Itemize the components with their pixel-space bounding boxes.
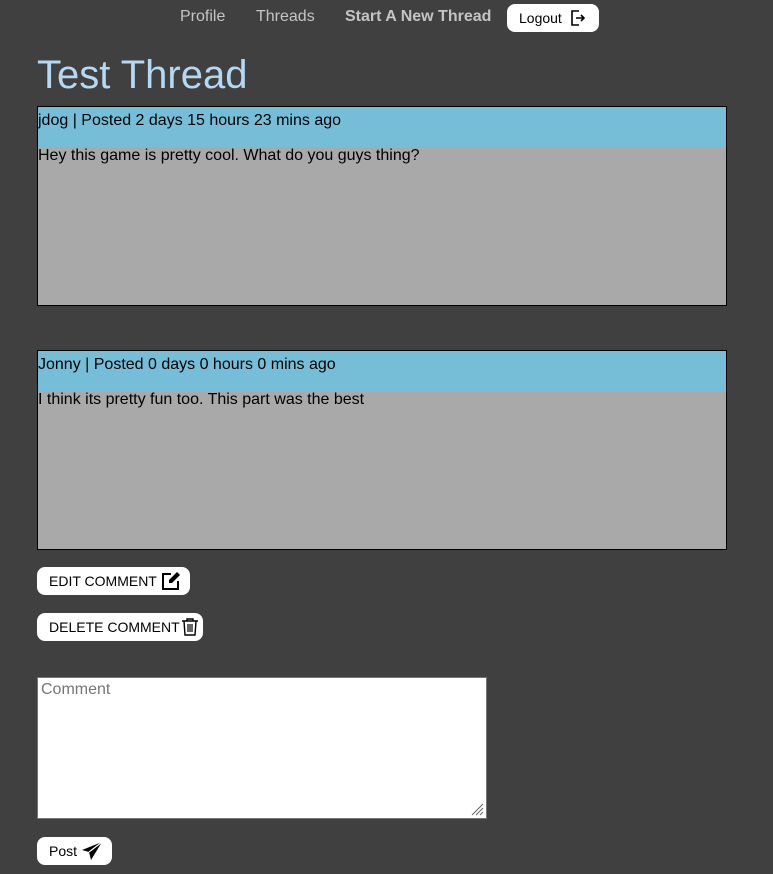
delete-comment-button[interactable]: DELETE COMMENT [37, 613, 203, 641]
post-card: jdog | Posted 2 days 15 hours 23 mins ag… [37, 106, 727, 306]
edit-comment-label: EDIT COMMENT [49, 573, 157, 589]
resize-grip-icon[interactable] [470, 802, 484, 816]
logout-button[interactable]: Logout [507, 4, 599, 32]
thread-title: Test Thread [37, 53, 248, 97]
comment-input[interactable] [37, 677, 487, 819]
nav-threads-link[interactable]: Threads [256, 8, 315, 26]
top-nav: Profile Threads Start A New Thread Logou… [0, 0, 773, 36]
post-header: Jonny | Posted 0 days 0 hours 0 mins ago [38, 351, 726, 391]
logout-icon [570, 9, 586, 27]
post-body: I think its pretty fun too. This part wa… [38, 391, 365, 408]
trash-icon [180, 617, 200, 637]
nav-profile-link[interactable]: Profile [180, 8, 225, 26]
nav-new-thread-link[interactable]: Start A New Thread [345, 8, 491, 26]
edit-icon [161, 571, 181, 591]
post-body: Hey this game is pretty cool. What do yo… [38, 147, 420, 164]
post-header: jdog | Posted 2 days 15 hours 23 mins ag… [38, 107, 726, 147]
logout-label: Logout [519, 10, 562, 26]
post-button[interactable]: Post [37, 837, 112, 865]
delete-comment-label: DELETE COMMENT [49, 619, 180, 635]
edit-comment-button[interactable]: EDIT COMMENT [37, 567, 190, 595]
send-icon [81, 841, 103, 861]
post-label: Post [49, 843, 78, 859]
post-card: Jonny | Posted 0 days 0 hours 0 mins ago… [37, 350, 727, 550]
